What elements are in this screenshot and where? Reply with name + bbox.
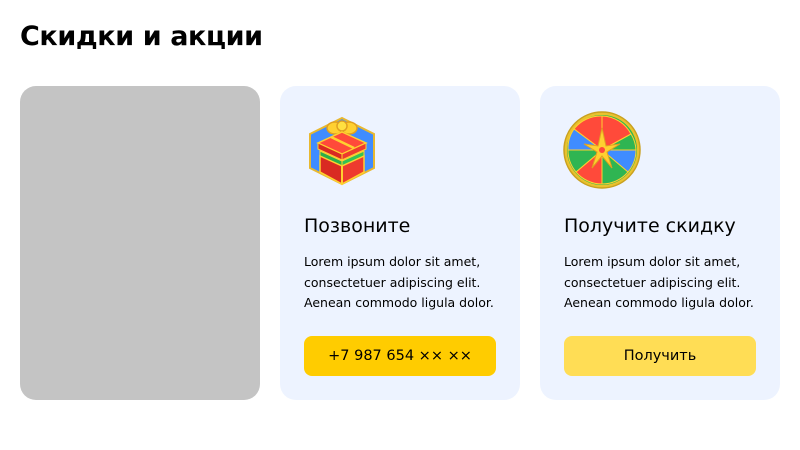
page-title: Скидки и акции: [20, 21, 263, 52]
discount-card-title: Получите скидку: [564, 215, 736, 237]
call-card-text: Lorem ipsum dolor sit amet, consectetuer…: [304, 254, 494, 310]
discount-card: Получите скидку Lorem ipsum dolor sit am…: [540, 86, 780, 400]
call-phone-button[interactable]: +7 987 654 ×× ××: [304, 336, 496, 376]
promo-cards: Позвоните Lorem ipsum dolor sit amet, co…: [20, 86, 780, 400]
discount-card-text: Lorem ipsum dolor sit amet, consectetuer…: [564, 254, 754, 310]
call-card-title: Позвоните: [304, 215, 411, 237]
fortune-wheel-icon: [562, 110, 642, 190]
call-card: Позвоните Lorem ipsum dolor sit amet, co…: [280, 86, 520, 400]
image-placeholder: [20, 86, 260, 400]
gift-box-icon: [302, 110, 382, 190]
get-discount-button[interactable]: Получить: [564, 336, 756, 376]
